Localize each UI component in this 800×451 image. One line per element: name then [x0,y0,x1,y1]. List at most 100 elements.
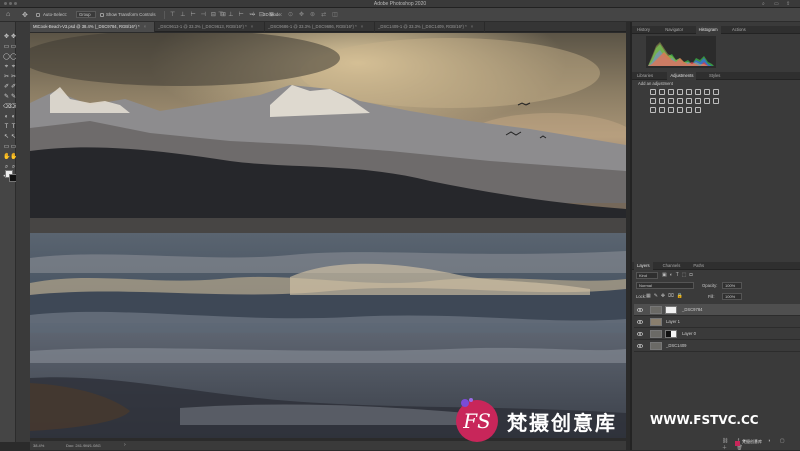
doc-tab[interactable]: MtCook-Beach-V3.psd @ 38.4% (_DSC9784, R… [30,22,155,32]
adjustment-icon[interactable] [686,107,692,113]
watermark-small-logo [735,441,740,446]
healing-tool-icon[interactable]: ✐ [3,84,10,91]
tab-histogram[interactable]: Histogram [695,26,721,34]
adjustment-icon[interactable] [713,89,719,95]
transform-controls-checkbox[interactable] [100,13,104,17]
adjustment-icon[interactable] [695,98,701,104]
type-tool-icon[interactable]: T [3,124,10,131]
visibility-eye-icon[interactable] [636,307,644,313]
tab-navigator[interactable]: Navigator [662,26,686,34]
layer-mask-thumbnail[interactable] [665,330,677,338]
adjustment-icon[interactable] [659,98,665,104]
adjustment-icon[interactable] [704,89,710,95]
filter-icons[interactable]: ▣◐T⬚◘ [662,272,696,278]
3d-mode-label: 3D Mode: [263,12,283,17]
tab-libraries[interactable]: Libraries [634,72,656,80]
search-icon[interactable]: ⌕ [762,1,765,7]
doc-tab[interactable]: _DSC1409-1 @ 33.3% (_DSC1409, RGB/16*) *… [375,22,485,32]
lock-icons[interactable]: ▦✎✥⌧🔒 [646,293,686,299]
shape-tool-icon[interactable]: ▭ [3,144,10,151]
home-icon[interactable]: ⌂ [6,11,10,18]
adjustment-icon[interactable] [650,89,656,95]
auto-select-checkbox[interactable] [36,13,40,17]
auto-select-dropdown[interactable]: Group [76,11,96,18]
dodge-tool-icon[interactable]: ◐ [3,114,10,121]
crop-tool-icon[interactable]: ⌖ [3,64,10,71]
layer-mask-thumbnail[interactable] [665,306,677,314]
eraser-tool-icon[interactable]: ⌫ [3,104,11,111]
doc-tab-label: _DSC9613-1 @ 33.3% (_DSC9613, RGB/16*) * [158,24,247,29]
move-tool-icon[interactable]: ✥ [3,34,10,41]
zoom-level[interactable]: 38.4% [33,441,44,450]
watermark-small-text: 梵摄创意库 [742,439,762,444]
close-icon[interactable]: × [361,24,363,29]
layer-row[interactable]: Layer 1 [634,316,800,328]
adjustment-icon[interactable] [677,98,683,104]
path-select-tool-icon[interactable]: ↖ [3,134,10,141]
lasso-tool-icon[interactable]: ◯ [3,54,10,61]
doc-tab[interactable]: _DSC9686-1 @ 33.3% (_DSC9686, RGB/16*) *… [265,22,375,32]
close-icon[interactable]: × [251,24,253,29]
doc-tab[interactable]: _DSC9613-1 @ 33.3% (_DSC9613, RGB/16*) *… [155,22,265,32]
eyedropper-tool-icon[interactable]: ✂ [3,74,10,81]
tab-actions[interactable]: Actions [729,26,749,34]
3d-mode-icons[interactable]: ⊙✥⊛⇄◫ [288,11,344,18]
hand-tool-icon[interactable]: ✋ [3,154,10,161]
tab-paths[interactable]: Paths [690,262,707,270]
visibility-eye-icon[interactable] [636,319,644,325]
layer-name: Layer 0 [682,331,696,336]
tab-layers[interactable]: Layers [634,262,653,270]
share-icon[interactable]: ⇪ [786,1,790,7]
beach-photo [30,33,626,438]
watermark-overlay: FS 梵摄创意库 WWW.FSTVC.CC 梵摄创意库 [445,393,800,450]
blend-mode-dropdown[interactable]: Normal [636,282,694,289]
mid-panel-tabs: Libraries Adjustments Styles [632,72,800,80]
layer-row[interactable]: _DSC1409 [634,340,800,352]
auto-select-label: Auto-Select: [43,12,67,17]
layer-row[interactable]: _DSC9784 [634,304,800,316]
layers-panel-tabs: Layers Channels Paths [632,262,800,270]
adjustments-panel: Add an adjustment [632,80,800,118]
move-tool-icon[interactable]: ✥ [22,11,28,19]
opacity-input[interactable]: 100% [722,282,742,289]
filter-kind-dropdown[interactable]: Kind [636,272,658,279]
tab-channels[interactable]: Channels [660,262,684,270]
tab-history[interactable]: History [634,26,653,34]
visibility-eye-icon[interactable] [636,343,644,349]
tab-adjustments[interactable]: Adjustments [667,72,697,80]
fill-input[interactable]: 100% [722,293,742,300]
tab-styles[interactable]: Styles [706,72,723,80]
visibility-eye-icon[interactable] [636,331,644,337]
transform-controls-label: Show Transform Controls [106,12,156,17]
adjustment-icon[interactable] [695,107,701,113]
adjustment-icon[interactable] [713,98,719,104]
close-icon[interactable]: × [471,24,473,29]
adjustment-icon[interactable] [668,98,674,104]
histogram-chart [646,36,716,68]
workspace-icon[interactable]: ▭ [774,1,779,7]
watermark-url: WWW.FSTVC.CC [650,413,759,427]
layer-row[interactable]: Layer 0 [634,328,800,340]
adjustment-icon[interactable] [704,98,710,104]
adjustment-icon[interactable] [668,89,674,95]
adjustment-icon[interactable] [677,89,683,95]
adjustment-icon[interactable] [677,107,683,113]
adjustment-icon[interactable] [650,98,656,104]
opacity-label: Opacity: [702,283,718,288]
fs-logo: FS [456,398,498,442]
more-options-icon[interactable]: ••• [250,12,255,18]
adjustment-icon[interactable] [686,98,692,104]
brush-tool-icon[interactable]: ✎ [3,94,10,101]
adjustment-icon[interactable] [650,107,656,113]
layer-thumbnail [650,330,662,338]
close-icon[interactable]: × [144,24,146,29]
adjustment-icon[interactable] [668,107,674,113]
adjustment-icon[interactable] [695,89,701,95]
adjustment-icon[interactable] [659,89,665,95]
chevron-right-icon[interactable]: › [124,441,126,450]
adjustment-icon[interactable] [659,107,665,113]
document-canvas[interactable] [30,33,626,438]
adjustment-icon[interactable] [686,89,692,95]
title-bar: Adobe Photoshop 2020 ⌕ ▭ ⇪ [0,0,800,8]
marquee-tool-icon[interactable]: ▭ [3,44,10,51]
